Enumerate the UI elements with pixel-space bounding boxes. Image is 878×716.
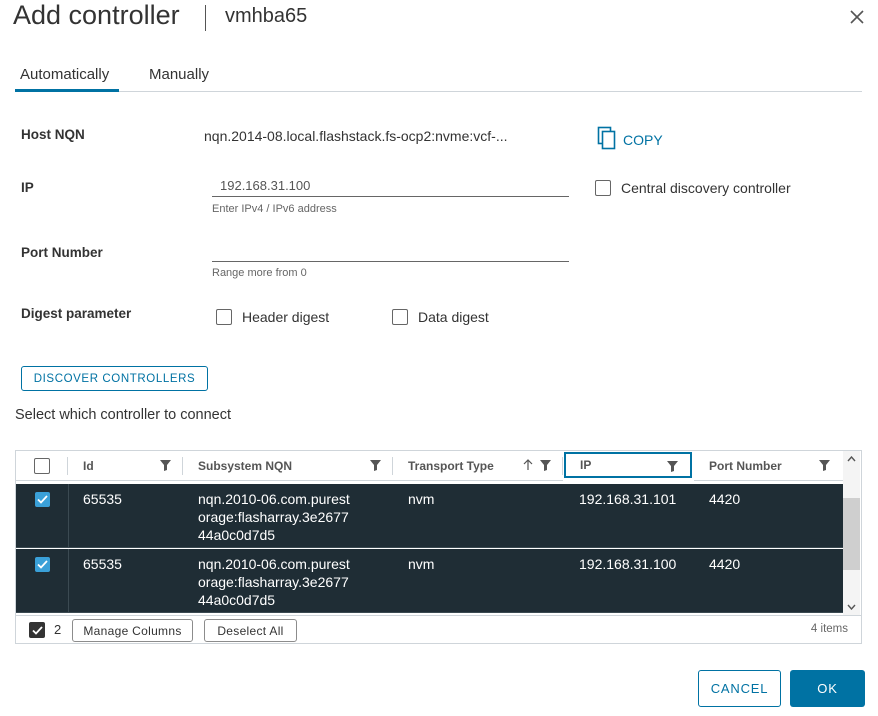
- filter-icon[interactable]: [160, 460, 171, 471]
- central-discovery-label: Central discovery controller: [621, 180, 791, 196]
- column-label-port-number: Port Number: [709, 458, 782, 473]
- column-label-subsystem-nqn: Subsystem NQN: [198, 458, 293, 473]
- cell-nqn-line: 44a0c0d7d5: [198, 527, 276, 543]
- grid-footer: 2 Manage Columns Deselect All 4 items: [15, 616, 862, 644]
- dialog-subtitle: vmhba65: [225, 5, 308, 27]
- cell-id: 65535: [83, 491, 122, 507]
- data-digest-label: Data digest: [418, 309, 489, 325]
- filter-icon[interactable]: [819, 460, 830, 471]
- manage-columns-button[interactable]: Manage Columns: [72, 619, 193, 642]
- dialog-title: Add controller: [13, 0, 180, 30]
- cell-nqn-line: nqn.2010-06.com.purest: [198, 556, 350, 572]
- header-digest-checkbox[interactable]: Header digest: [216, 309, 329, 325]
- cell-nqn-line: orage:flasharray.3e2677: [198, 574, 349, 590]
- host-nqn-label: Host NQN: [21, 127, 85, 142]
- discover-controllers-button[interactable]: DISCOVER CONTROLLERS: [21, 366, 208, 391]
- checkmark-icon: [37, 495, 48, 504]
- column-header-ip[interactable]: IP: [564, 452, 692, 478]
- cell-ip: 192.168.31.100: [579, 556, 677, 572]
- header-digest-label: Header digest: [242, 309, 330, 325]
- cell-id: 65535: [83, 556, 122, 572]
- selected-count: 2: [54, 622, 62, 637]
- tab-manually[interactable]: Manually: [149, 66, 209, 83]
- sort-ascending-icon[interactable]: [523, 459, 533, 471]
- scroll-up-icon[interactable]: [847, 456, 856, 462]
- column-label-ip: IP: [580, 458, 592, 472]
- filter-icon[interactable]: [540, 460, 551, 471]
- header-digest-box[interactable]: [216, 309, 232, 325]
- column-header-id[interactable]: Id: [68, 451, 183, 481]
- close-icon[interactable]: [846, 6, 868, 28]
- table-row[interactable]: 65535 nqn.2010-06.com.purest orage:flash…: [16, 484, 844, 548]
- cell-nqn-line: 44a0c0d7d5: [198, 592, 276, 608]
- digest-parameter-label: Digest parameter: [21, 306, 132, 321]
- cell-subsystem-nqn: nqn.2010-06.com.purest orage:flasharray.…: [198, 490, 350, 544]
- grid-scrollbar[interactable]: [843, 451, 860, 615]
- column-header-subsystem-nqn[interactable]: Subsystem NQN: [183, 451, 393, 481]
- controllers-grid: Id Subsystem NQN Transport Type IP Port …: [15, 450, 862, 616]
- ip-label: IP: [21, 180, 34, 195]
- row-checkbox[interactable]: [35, 557, 50, 572]
- copy-label: COPY: [623, 131, 663, 148]
- cell-ip: 192.168.31.101: [579, 491, 677, 507]
- scroll-down-icon[interactable]: [847, 604, 856, 610]
- scrollbar-thumb[interactable]: [843, 498, 860, 570]
- ip-input[interactable]: [212, 178, 569, 197]
- active-tab-indicator: [15, 89, 119, 92]
- cell-port-number: 4420: [709, 491, 741, 507]
- row-checkbox[interactable]: [35, 492, 50, 507]
- table-row[interactable]: 65535 nqn.2010-06.com.purest orage:flash…: [16, 549, 844, 613]
- selection-count-checkbox[interactable]: [29, 622, 45, 638]
- tabs-divider: [15, 91, 862, 92]
- cell-subsystem-nqn: nqn.2010-06.com.purest orage:flasharray.…: [198, 555, 350, 609]
- port-number-label: Port Number: [21, 245, 103, 260]
- copy-button[interactable]: COPY: [597, 126, 663, 153]
- filter-icon[interactable]: [370, 460, 381, 471]
- title-divider: [205, 5, 206, 31]
- filter-icon[interactable]: [667, 461, 678, 472]
- port-helper-text: Range more from 0: [212, 267, 307, 279]
- deselect-all-button[interactable]: Deselect All: [204, 619, 297, 642]
- central-discovery-checkbox[interactable]: Central discovery controller: [595, 180, 791, 196]
- column-header-port-number[interactable]: Port Number: [694, 451, 844, 481]
- data-digest-box[interactable]: [392, 309, 408, 325]
- items-count: 4 items: [810, 623, 848, 635]
- cell-transport-type: nvm: [408, 556, 435, 572]
- cell-port-number: 4420: [709, 556, 741, 572]
- select-controller-text: Select which controller to connect: [15, 407, 231, 423]
- column-label-id: Id: [83, 458, 94, 473]
- data-digest-checkbox[interactable]: Data digest: [392, 309, 489, 325]
- host-nqn-value: nqn.2014-08.local.flashstack.fs-ocp2:nvm…: [204, 128, 508, 144]
- cell-transport-type: nvm: [408, 491, 435, 507]
- cell-nqn-line: orage:flasharray.3e2677: [198, 509, 349, 525]
- cell-nqn-line: nqn.2010-06.com.purest: [198, 491, 350, 507]
- copy-icon: [597, 126, 617, 153]
- column-label-transport-type: Transport Type: [408, 458, 494, 473]
- select-all-header: [16, 451, 68, 481]
- checkmark-icon: [37, 560, 48, 569]
- cancel-button[interactable]: CANCEL: [698, 670, 781, 707]
- checkmark-icon: [31, 625, 43, 635]
- central-discovery-box[interactable]: [595, 180, 611, 196]
- ip-helper-text: Enter IPv4 / IPv6 address: [212, 203, 337, 215]
- tab-automatically[interactable]: Automatically: [20, 66, 109, 83]
- select-all-checkbox[interactable]: [34, 458, 50, 474]
- port-number-input[interactable]: [212, 244, 569, 262]
- column-header-transport-type[interactable]: Transport Type: [393, 451, 563, 481]
- ok-button[interactable]: OK: [790, 670, 865, 707]
